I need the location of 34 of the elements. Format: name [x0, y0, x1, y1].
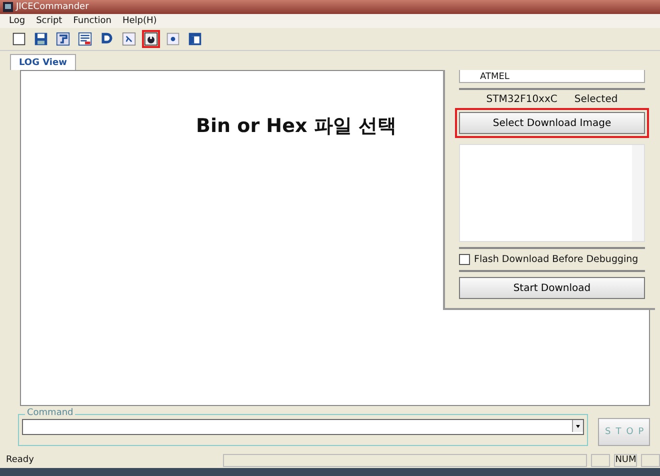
list-icon: [78, 32, 92, 46]
command-field[interactable]: [22, 419, 584, 435]
menu-item[interactable]: Script: [35, 16, 64, 26]
download-icon: [144, 32, 158, 46]
toolbar-button[interactable]: [142, 30, 160, 48]
toolbar-button[interactable]: [10, 30, 28, 48]
toolbar-button[interactable]: [186, 30, 204, 48]
window-title: JICECommander: [16, 2, 89, 12]
save-icon: [34, 32, 48, 46]
status-pane: [641, 454, 660, 466]
vendor-list[interactable]: ATMEL: [459, 70, 645, 83]
status-pane: [591, 454, 610, 466]
app-icon: [3, 2, 13, 12]
device-name: STM32F10xxC: [486, 94, 558, 105]
device-status: Selected: [574, 94, 618, 105]
menu-item[interactable]: Help(H): [121, 16, 158, 26]
window-icon: [188, 32, 202, 46]
menu-item[interactable]: Function: [72, 16, 112, 26]
num-lock-indicator: NUM: [614, 454, 638, 466]
toolbar-button[interactable]: [54, 30, 72, 48]
toolbar-button[interactable]: [164, 30, 182, 48]
select-image-button[interactable]: Select Download Image: [459, 112, 645, 134]
toolbar-button[interactable]: [32, 30, 50, 48]
menu-item[interactable]: Log: [8, 16, 26, 26]
annotation-text: Bin or Hex 파일 선택: [196, 114, 396, 139]
blank-icon: [12, 32, 26, 46]
toolbar-button[interactable]: [76, 30, 94, 48]
checkbox[interactable]: [459, 254, 470, 265]
toolbar-button[interactable]: [120, 30, 138, 48]
tab[interactable]: LOG View: [10, 54, 76, 70]
start-download-button[interactable]: Start Download: [459, 277, 645, 299]
group-legend: Command: [25, 408, 76, 418]
checkbox-label: Flash Download Before Debugging: [474, 254, 638, 265]
status-text: Ready: [6, 455, 35, 465]
